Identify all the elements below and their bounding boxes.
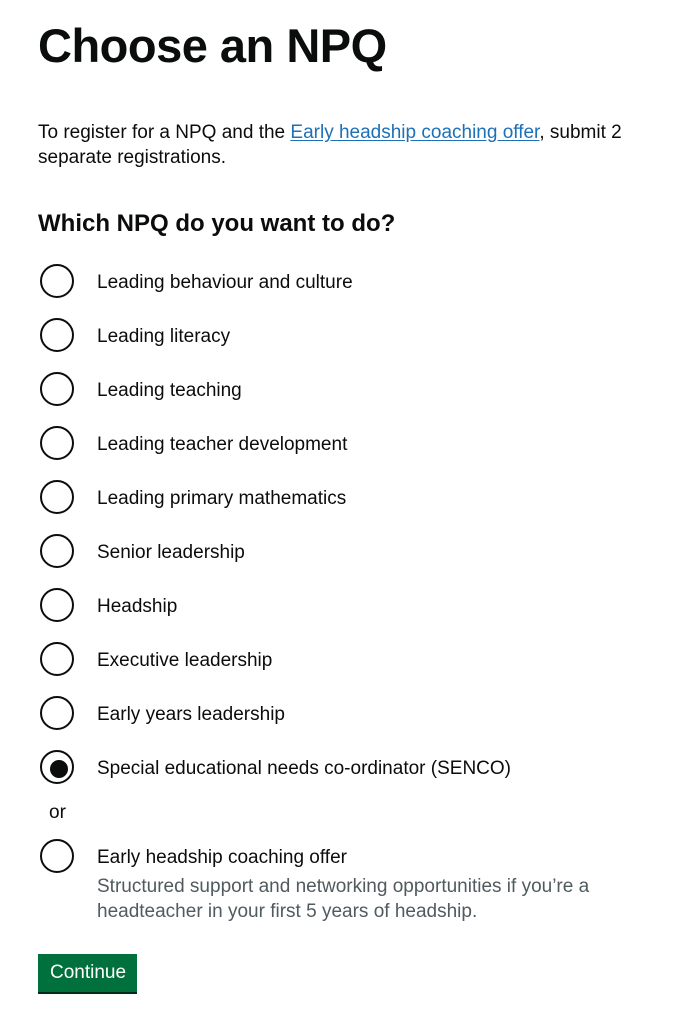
radio-early-years-leadership[interactable]: Early years leadership <box>38 694 638 738</box>
radio-circle[interactable] <box>40 696 74 730</box>
radio-senior-leadership[interactable]: Senior leadership <box>38 532 638 576</box>
radio-circle[interactable] <box>40 642 74 676</box>
radio-selected-dot <box>50 760 68 778</box>
radio-leading-teaching[interactable]: Leading teaching <box>38 370 638 414</box>
intro-text-before: To register for a NPQ and the <box>38 122 291 143</box>
continue-button[interactable]: Continue <box>38 954 138 992</box>
radio-senco[interactable]: Special educational needs co-ordinator (… <box>38 748 638 792</box>
early-headship-coaching-link[interactable]: Early headship coaching offer <box>290 122 539 143</box>
radio-circle[interactable] <box>40 588 74 622</box>
radio-circle[interactable] <box>40 426 74 460</box>
radio-label[interactable]: Leading literacy <box>97 324 230 349</box>
or-divider: or <box>49 802 66 823</box>
radio-label[interactable]: Leading teacher development <box>97 432 347 457</box>
radio-label[interactable]: Special educational needs co-ordinator (… <box>97 756 511 781</box>
radio-circle[interactable] <box>40 534 74 568</box>
radio-label[interactable]: Executive leadership <box>97 648 272 673</box>
coaching-option-hint: Structured support and networking opport… <box>97 876 590 922</box>
question-legend: Which NPQ do you want to do? <box>38 210 396 237</box>
radio-headship[interactable]: Headship <box>38 586 638 630</box>
radio-label[interactable]: Early years leadership <box>97 702 285 727</box>
radio-circle[interactable] <box>40 372 74 406</box>
radio-circle[interactable] <box>40 480 74 514</box>
radio-circle-selected[interactable] <box>40 750 74 784</box>
radio-label[interactable]: Early headship coaching offer <box>97 845 347 870</box>
radio-label[interactable]: Senior leadership <box>97 540 245 565</box>
radio-label[interactable]: Leading teaching <box>97 378 242 403</box>
radio-leading-literacy[interactable]: Leading literacy <box>38 316 638 360</box>
radio-leading-behaviour-and-culture[interactable]: Leading behaviour and culture <box>38 262 638 306</box>
radio-label[interactable]: Headship <box>97 594 177 619</box>
radio-circle[interactable] <box>40 264 74 298</box>
page-title: Choose an NPQ <box>38 19 387 72</box>
radio-label[interactable]: Leading behaviour and culture <box>97 270 353 295</box>
radio-executive-leadership[interactable]: Executive leadership <box>38 640 638 684</box>
radio-circle[interactable] <box>40 318 74 352</box>
radio-leading-primary-mathematics[interactable]: Leading primary mathematics <box>38 478 638 522</box>
radio-leading-teacher-development[interactable]: Leading teacher development <box>38 424 638 468</box>
radio-label[interactable]: Leading primary mathematics <box>97 486 346 511</box>
intro-paragraph: To register for a NPQ and the Early head… <box>38 120 638 170</box>
radio-circle[interactable] <box>40 839 74 873</box>
